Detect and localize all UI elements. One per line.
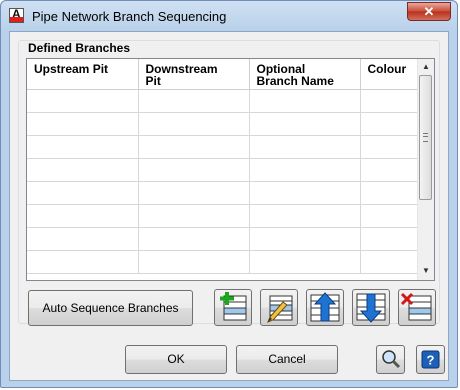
branches-grid: Upstream Pit Downstream Pit Optional Branc… — [27, 59, 422, 274]
table-row[interactable] — [27, 112, 422, 136]
header-line: Upstream Pit — [34, 62, 109, 76]
table-cell[interactable] — [27, 227, 139, 251]
cancel-button[interactable]: Cancel — [236, 345, 338, 374]
table-cell[interactable] — [27, 250, 139, 274]
help-button[interactable]: ? — [416, 345, 445, 374]
table-cell[interactable] — [360, 181, 422, 205]
move-down-icon — [356, 293, 386, 323]
table-cell[interactable] — [27, 112, 139, 136]
title-bar[interactable]: A Pipe Network Branch Sequencing ✕ — [1, 1, 457, 31]
help-icon: ? — [421, 350, 440, 369]
zoom-icon — [382, 350, 401, 369]
table-cell[interactable] — [360, 250, 422, 274]
table-cell[interactable] — [249, 112, 361, 136]
table-cell[interactable] — [360, 158, 422, 182]
table-cell[interactable] — [138, 89, 250, 113]
table-cell[interactable] — [249, 250, 361, 274]
table-cell[interactable] — [249, 135, 361, 159]
table-cell[interactable] — [249, 181, 361, 205]
table-cell[interactable] — [138, 158, 250, 182]
table-cell[interactable] — [138, 112, 250, 136]
delete-branch-icon — [400, 292, 432, 321]
move-down-button[interactable] — [352, 289, 390, 326]
header-line: Branch Name — [256, 74, 334, 88]
table-cell[interactable] — [138, 181, 250, 205]
column-header-downstream-pit[interactable]: Downstream Pit — [138, 59, 250, 90]
table-cell[interactable] — [360, 204, 422, 228]
window-title: Pipe Network Branch Sequencing — [32, 9, 227, 24]
edit-branch-icon — [267, 295, 293, 323]
table-cell[interactable] — [138, 135, 250, 159]
table-cell[interactable] — [27, 158, 139, 182]
column-header-upstream-pit[interactable]: Upstream Pit — [27, 59, 139, 90]
table-cell[interactable] — [138, 250, 250, 274]
table-row[interactable] — [27, 227, 422, 251]
table-cell[interactable] — [27, 89, 139, 113]
dialog-body: Defined Branches Upstream Pit Downstream… — [9, 31, 449, 381]
table-row[interactable] — [27, 250, 422, 274]
grip-icon — [423, 133, 428, 142]
scroll-down-arrow-icon[interactable]: ▼ — [418, 263, 434, 279]
table-cell[interactable] — [360, 135, 422, 159]
zoom-button[interactable] — [376, 345, 405, 374]
column-header-colour[interactable]: Colour — [360, 59, 422, 90]
delete-branch-button[interactable] — [398, 289, 436, 326]
close-button[interactable]: ✕ — [407, 2, 451, 21]
table-cell[interactable] — [138, 227, 250, 251]
header-line: Colour — [367, 62, 407, 76]
header-line: Downstream — [145, 62, 218, 76]
column-header-branch-name[interactable]: Optional Branch Name — [249, 59, 361, 90]
svg-text:?: ? — [427, 353, 435, 368]
table-cell[interactable] — [27, 181, 139, 205]
app-icon: A — [9, 7, 24, 23]
table-row[interactable] — [27, 181, 422, 205]
dialog-window: A Pipe Network Branch Sequencing ✕ Defin… — [0, 0, 458, 388]
scroll-up-arrow-icon[interactable]: ▲ — [418, 59, 434, 75]
table-cell[interactable] — [138, 204, 250, 228]
add-branch-icon — [220, 292, 247, 321]
table-row[interactable] — [27, 158, 422, 182]
ok-button[interactable]: OK — [125, 345, 227, 374]
table-row[interactable] — [27, 204, 422, 228]
add-branch-button[interactable] — [214, 289, 252, 326]
table-row[interactable] — [27, 89, 422, 113]
edit-branch-button[interactable] — [260, 289, 298, 326]
table-cell[interactable] — [27, 204, 139, 228]
table-cell[interactable] — [360, 227, 422, 251]
table-cell[interactable] — [249, 158, 361, 182]
table-cell[interactable] — [360, 112, 422, 136]
table-cell[interactable] — [249, 204, 361, 228]
table-cell[interactable] — [249, 227, 361, 251]
table-cell[interactable] — [360, 89, 422, 113]
auto-sequence-branches-button[interactable]: Auto Sequence Branches — [28, 290, 193, 326]
table-cell[interactable] — [27, 135, 139, 159]
move-up-icon — [310, 292, 340, 322]
vertical-scrollbar[interactable]: ▲ ▼ — [417, 59, 434, 280]
branches-table[interactable]: Upstream Pit Downstream Pit Optional Branc… — [26, 58, 435, 281]
table-cell[interactable] — [249, 89, 361, 113]
scroll-thumb[interactable] — [419, 75, 432, 200]
table-header-row: Upstream Pit Downstream Pit Optional Branc… — [27, 59, 422, 90]
move-up-button[interactable] — [306, 289, 344, 326]
table-row[interactable] — [27, 135, 422, 159]
group-label: Defined Branches — [27, 41, 132, 55]
header-line: Pit — [145, 74, 161, 88]
